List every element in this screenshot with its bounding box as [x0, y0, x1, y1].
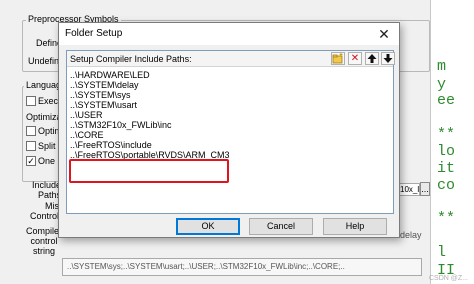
include-paths-field[interactable]: 10x_l [398, 183, 420, 196]
help-button[interactable]: Help [323, 218, 387, 235]
code-line: co [437, 177, 456, 194]
delay-fragment: delay [400, 230, 422, 240]
execute-only-checkbox[interactable] [26, 96, 36, 106]
delete-icon[interactable]: ✕ [348, 52, 362, 65]
folder-setup-dialog: Folder Setup ✕ Setup Compiler Include Pa… [58, 22, 400, 238]
list-item[interactable]: ..\CORE [70, 130, 230, 140]
compiler-control-string-field[interactable]: ..\SYSTEM\sys;..\SYSTEM\usart;..\USER;..… [62, 258, 422, 276]
new-folder-icon[interactable] [331, 52, 345, 65]
code-line: ** [437, 126, 456, 143]
listbox-header-label: Setup Compiler Include Paths: [70, 54, 192, 64]
listbox-header: Setup Compiler Include Paths: ✕ [67, 51, 395, 67]
include-paths-listbox[interactable]: Setup Compiler Include Paths: ✕ ..\HARDW… [66, 50, 395, 214]
split-load-checkbox[interactable] [26, 141, 36, 151]
folder-setup-titlebar: Folder Setup ✕ [59, 23, 399, 45]
list-item[interactable]: ..\SYSTEM\usart [70, 100, 230, 110]
list-item[interactable]: ..\SYSTEM\delay [70, 80, 230, 90]
compiler-control-label: Compiler control string [26, 226, 63, 256]
move-down-icon[interactable] [381, 52, 395, 65]
code-line: lo [437, 143, 456, 160]
freertos-paths-highlight [69, 159, 229, 183]
ok-button[interactable]: OK [176, 218, 240, 235]
code-line: l [437, 244, 447, 261]
code-line: y [437, 76, 447, 93]
watermark: CSDN @Z... [429, 275, 468, 282]
include-path-list: ..\HARDWARE\LED ..\SYSTEM\delay ..\SYSTE… [70, 70, 230, 160]
cancel-button[interactable]: Cancel [249, 218, 313, 235]
code-line: ee [437, 92, 456, 109]
code-line: ** [437, 210, 456, 227]
include-paths-label: Include Paths [32, 180, 62, 200]
include-paths-partial: 10x_l [400, 185, 420, 194]
code-editor-background: m y ee ** lo it co ** l II [430, 0, 474, 284]
list-item[interactable]: ..\USER [70, 110, 230, 120]
list-item[interactable]: ..\HARDWARE\LED [70, 70, 230, 80]
folder-setup-title: Folder Setup [65, 28, 123, 39]
close-icon[interactable]: ✕ [369, 23, 399, 45]
code-line: m [437, 58, 447, 75]
optimize-time-checkbox[interactable] [26, 126, 36, 136]
list-item[interactable]: ..\STM32F10x_FWLib\inc [70, 120, 230, 130]
one-elf-checkbox[interactable]: ✓ [26, 156, 36, 166]
move-up-icon[interactable] [365, 52, 379, 65]
list-item[interactable]: ..\FreeRTOS\include [70, 140, 230, 150]
code-line: it [437, 160, 456, 177]
list-item[interactable]: ..\SYSTEM\sys [70, 90, 230, 100]
include-paths-browse-button[interactable]: ... [420, 182, 430, 196]
compiler-control-string-value: ..\SYSTEM\sys;..\SYSTEM\usart;..\USER;..… [67, 262, 345, 271]
